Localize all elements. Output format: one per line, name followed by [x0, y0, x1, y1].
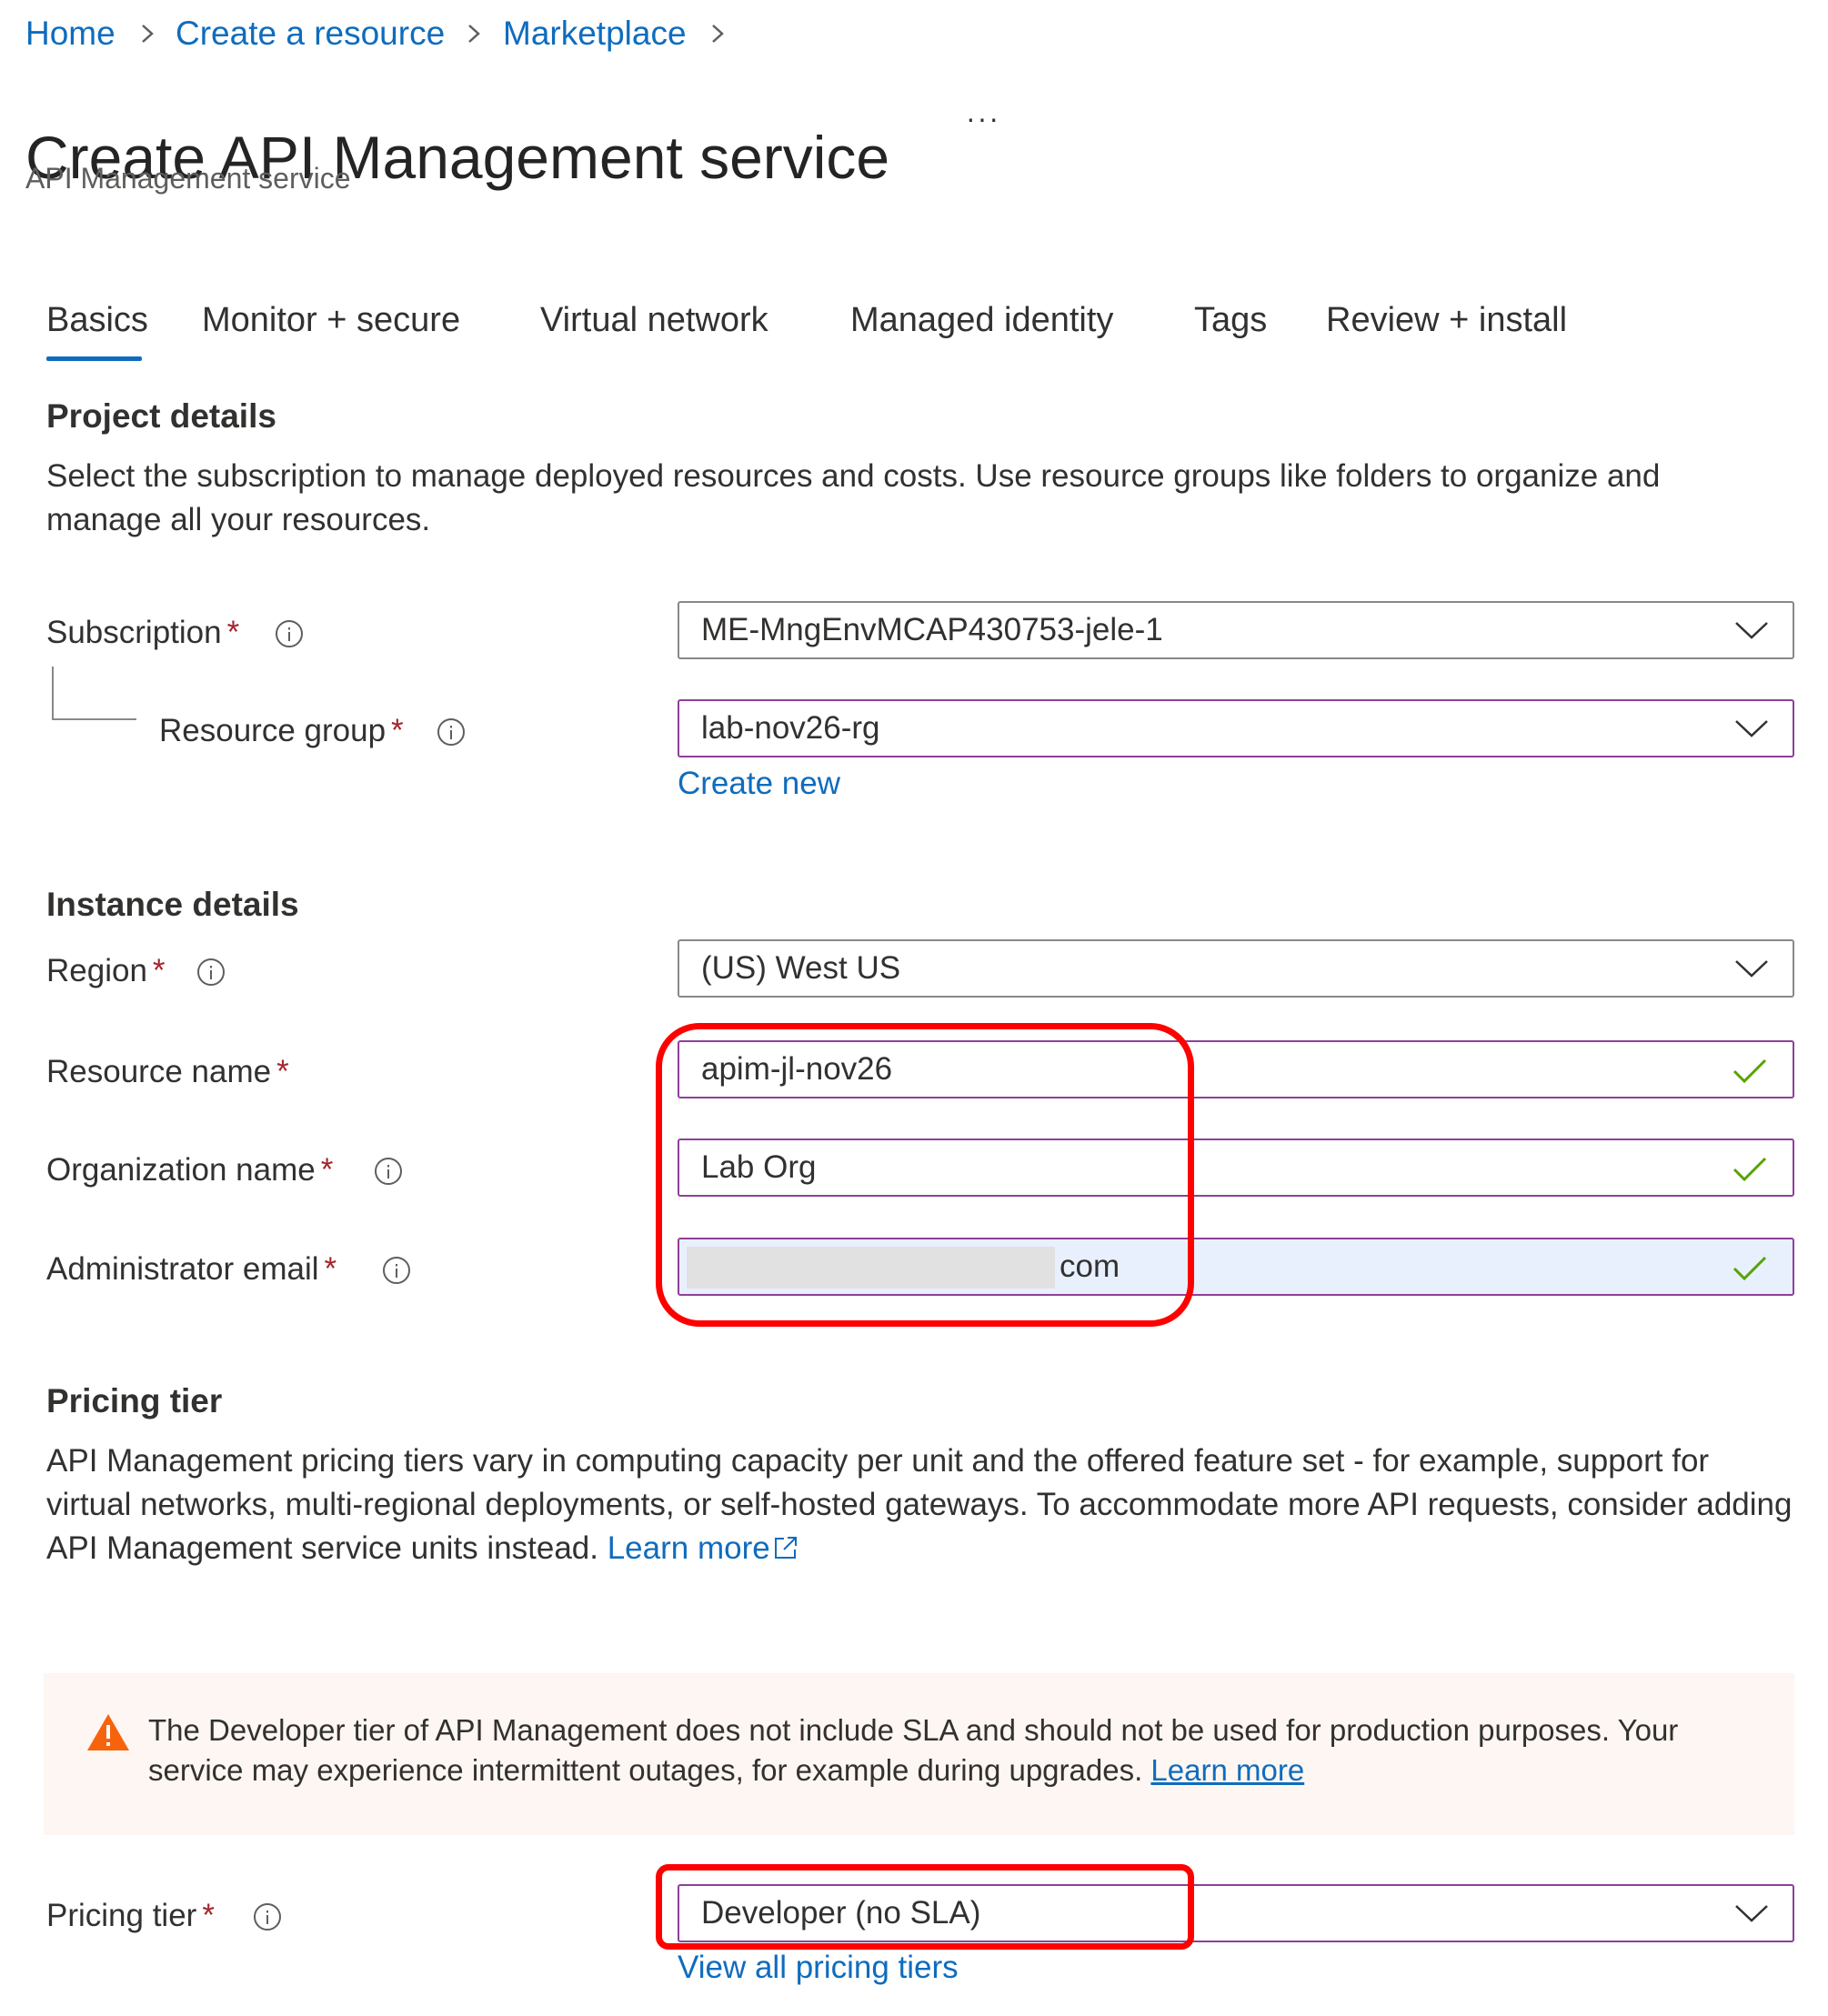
active-tab-indicator: [46, 356, 142, 361]
more-options-icon[interactable]: ···: [966, 102, 1000, 135]
info-circle-icon[interactable]: [275, 619, 304, 648]
chevron-down-icon: [1735, 960, 1768, 978]
required-marker: *: [320, 1152, 334, 1188]
pricing-tier-label: Pricing tier *: [46, 1898, 215, 1933]
required-marker: *: [152, 953, 166, 988]
info-circle-icon[interactable]: [253, 1902, 282, 1931]
page-subtitle: API Management service: [25, 162, 351, 195]
tab-tags[interactable]: Tags: [1194, 296, 1267, 344]
project-details-heading: Project details: [46, 397, 276, 435]
tab-monitor-secure[interactable]: Monitor + secure: [202, 296, 460, 344]
project-details-description: Select the subscription to manage deploy…: [46, 458, 1661, 537]
tree-connector: [52, 667, 136, 720]
info-circle-icon[interactable]: [437, 717, 466, 747]
chevron-right-icon: [138, 11, 156, 56]
view-all-pricing-tiers-link[interactable]: View all pricing tiers: [678, 1946, 959, 1990]
external-link-icon: [774, 1537, 797, 1559]
chevron-right-icon: [708, 11, 727, 56]
required-marker: *: [324, 1251, 337, 1287]
pricing-tier-description: API Management pricing tiers vary in com…: [46, 1443, 1793, 1566]
subscription-dropdown[interactable]: ME-MngEnvMCAP430753-jele-1: [678, 601, 1794, 659]
developer-tier-warning-text: The Developer tier of API Management doe…: [148, 1713, 1679, 1787]
required-marker: *: [276, 1054, 289, 1089]
warning-learn-more-link[interactable]: Learn more: [1150, 1753, 1304, 1787]
breadcrumb-create-a-resource[interactable]: Create a resource: [176, 11, 445, 56]
resource-group-dropdown[interactable]: lab-nov26-rg: [678, 699, 1794, 757]
chevron-down-icon: [1735, 720, 1768, 737]
breadcrumb-marketplace[interactable]: Marketplace: [503, 11, 687, 56]
region-dropdown[interactable]: (US) West US: [678, 939, 1794, 998]
annotation-highlight-pricing-tier: [656, 1864, 1194, 1950]
required-marker: *: [202, 1898, 215, 1933]
checkmark-icon: [1733, 1058, 1767, 1084]
warning-triangle-icon: [87, 1714, 129, 1750]
tab-virtual-network[interactable]: Virtual network: [540, 296, 768, 344]
pricing-tier-heading: Pricing tier: [46, 1382, 223, 1419]
pricing-learn-more-link[interactable]: Learn more: [608, 1530, 799, 1566]
required-marker: *: [226, 615, 240, 650]
info-circle-icon[interactable]: [382, 1256, 411, 1285]
resource-group-label: Resource group *: [159, 713, 404, 748]
chevron-down-icon: [1735, 1905, 1768, 1922]
info-circle-icon[interactable]: [196, 958, 226, 987]
checkmark-icon: [1733, 1256, 1767, 1281]
resource-name-label: Resource name *: [46, 1054, 289, 1089]
checkmark-icon: [1733, 1157, 1767, 1182]
chevron-right-icon: [465, 11, 483, 56]
administrator-email-label: Administrator email *: [46, 1251, 337, 1287]
required-marker: *: [391, 713, 404, 748]
info-circle-icon[interactable]: [374, 1157, 403, 1186]
tab-basics[interactable]: Basics: [46, 296, 148, 344]
instance-details-heading: Instance details: [46, 886, 299, 923]
tab-review-install[interactable]: Review + install: [1326, 296, 1567, 344]
organization-name-label: Organization name *: [46, 1152, 334, 1188]
create-new-resource-group-link[interactable]: Create new: [678, 762, 840, 806]
chevron-down-icon: [1735, 622, 1768, 639]
region-label: Region *: [46, 953, 166, 988]
annotation-highlight-instance-fields: [656, 1023, 1194, 1327]
subscription-label: Subscription *: [46, 615, 240, 650]
breadcrumb-home[interactable]: Home: [25, 11, 116, 56]
tab-managed-identity[interactable]: Managed identity: [850, 296, 1113, 344]
